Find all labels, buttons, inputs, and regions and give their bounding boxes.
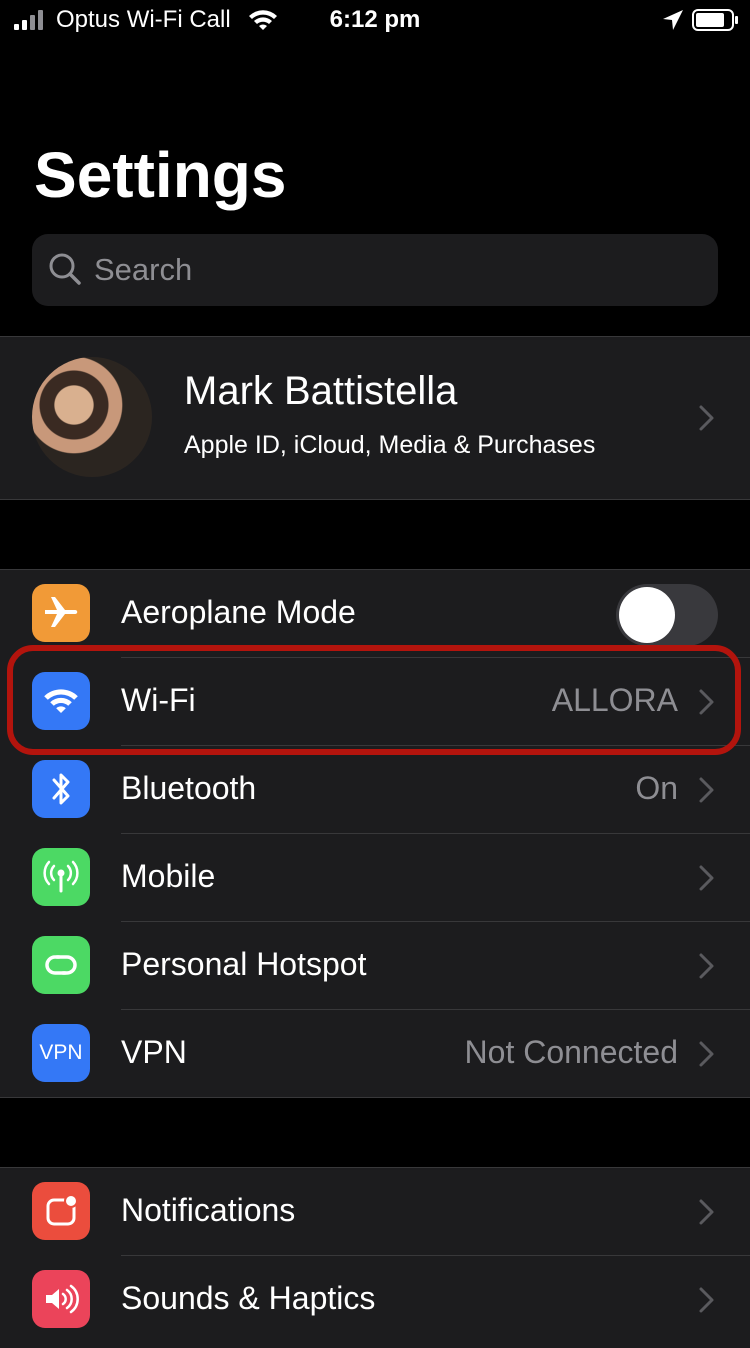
vpn-icon-label: VPN [39, 1041, 83, 1064]
profile-subtitle: Apple ID, iCloud, Media & Purchases [184, 431, 596, 459]
row-label: Wi-Fi [121, 682, 196, 718]
settings-row-mobile[interactable]: Mobile [0, 834, 750, 922]
aeroplane-mode-toggle[interactable] [616, 584, 718, 646]
chevron-right-icon [699, 1199, 714, 1225]
location-arrow-icon [663, 10, 683, 30]
wifi-icon [32, 672, 90, 730]
battery-icon [692, 9, 738, 31]
settings-row-vpn[interactable]: VPN VPN Not Connected [0, 1010, 750, 1098]
row-label: Aeroplane Mode [121, 594, 356, 630]
settings-row-aeroplane-mode: Aeroplane Mode [0, 570, 750, 658]
status-bar: Optus Wi-Fi Call 6:12 pm [0, 0, 750, 42]
hotspot-link-icon [32, 936, 90, 994]
row-label: Mobile [121, 858, 216, 894]
clock: 6:12 pm [329, 6, 421, 33]
toggle-knob [619, 587, 675, 643]
search-icon [49, 253, 81, 285]
settings-row-wifi[interactable]: Wi-Fi ALLORA [0, 658, 750, 746]
vpn-icon: VPN [32, 1024, 90, 1082]
apple-id-profile-cell[interactable]: Mark Battistella Apple ID, iCloud, Media… [0, 336, 750, 500]
chevron-right-icon [699, 777, 714, 803]
search-placeholder: Search [94, 252, 193, 287]
profile-name: Mark Battistella [184, 369, 458, 413]
chevron-right-icon [699, 953, 714, 979]
bluetooth-icon [32, 760, 90, 818]
row-label: Sounds & Haptics [121, 1280, 376, 1316]
chevron-right-icon [699, 1041, 714, 1067]
notifications-icon [32, 1182, 90, 1240]
row-label: Bluetooth [121, 770, 257, 806]
row-value: On [635, 770, 678, 806]
avatar [32, 357, 152, 477]
chevron-right-icon [699, 865, 714, 891]
antenna-icon [32, 848, 90, 906]
settings-row-sounds-haptics[interactable]: Sounds & Haptics [0, 1256, 750, 1344]
chevron-right-icon [699, 1287, 714, 1313]
settings-row-notifications[interactable]: Notifications [0, 1168, 750, 1256]
notifications-group: Notifications Sounds & Haptics [0, 1167, 750, 1348]
row-label: VPN [121, 1034, 187, 1070]
speaker-icon [32, 1270, 90, 1328]
row-label: Personal Hotspot [121, 946, 367, 982]
settings-row-bluetooth[interactable]: Bluetooth On [0, 746, 750, 834]
settings-row-personal-hotspot[interactable]: Personal Hotspot [0, 922, 750, 1010]
chevron-right-icon [699, 405, 714, 431]
page-title: Settings [34, 139, 287, 211]
chevron-right-icon [699, 689, 714, 715]
row-label: Notifications [121, 1192, 296, 1228]
search-bar[interactable]: Search [32, 234, 718, 306]
connectivity-group: Aeroplane Mode Wi-Fi ALLORA Bluetooth On [0, 569, 750, 1098]
row-value: Not Connected [464, 1034, 678, 1070]
airplane-icon [32, 584, 90, 642]
row-value: ALLORA [551, 682, 678, 718]
